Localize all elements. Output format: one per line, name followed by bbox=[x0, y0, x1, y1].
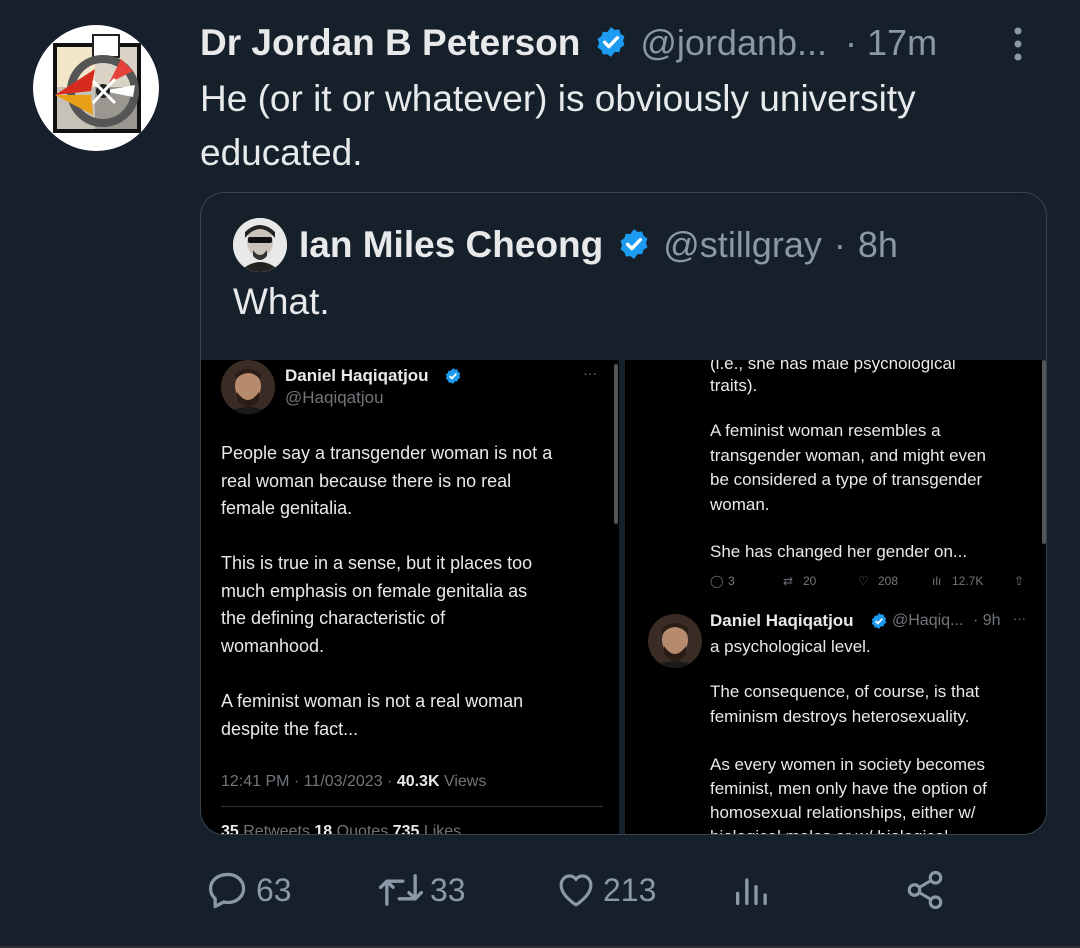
screenshot-retweet-icon: ⇄ bbox=[783, 574, 794, 588]
screenshot-replies-count: 3 bbox=[728, 574, 735, 588]
text-line: feminist, men only have the option of bbox=[710, 779, 987, 798]
author-handle[interactable]: @jordanb... bbox=[640, 22, 827, 64]
screenshot-right-panel: (i.e., she has male psychological traits… bbox=[625, 360, 1046, 834]
quote-author-handle[interactable]: @stillgray bbox=[663, 224, 822, 266]
quote-header: Ian Miles Cheong @stillgray · 8h bbox=[299, 218, 898, 272]
text-line: As every women in society becomes bbox=[710, 755, 985, 774]
reply-count: 63 bbox=[256, 871, 292, 908]
more-icon[interactable] bbox=[1012, 24, 1024, 69]
text-line: This is true in a sense, but it places t… bbox=[221, 553, 533, 573]
quote-media-image[interactable]: Daniel Haqiqatjou ··· @Haqiqatjou People… bbox=[201, 360, 1046, 835]
screenshot-reply-para-2: The consequence, of course, is that femi… bbox=[710, 680, 979, 729]
quote-author-avatar[interactable] bbox=[233, 218, 287, 272]
text-line: feminism destroys heterosexuality. bbox=[710, 706, 970, 726]
screenshot-retweets-label: Retweets bbox=[238, 823, 315, 835]
text-line: She has changed her gender on... bbox=[710, 542, 968, 561]
screenshot-views-icon: ılı bbox=[932, 574, 942, 588]
screenshot-more: ··· bbox=[583, 365, 597, 381]
like-count: 213 bbox=[603, 871, 657, 908]
reply-button[interactable]: 63 bbox=[206, 860, 292, 920]
reply-icon bbox=[208, 872, 246, 909]
screenshot-meta: 12:41 PM · 11/03/2023 · 40.3K Views bbox=[221, 768, 486, 796]
screenshot-retweets-count: 20 bbox=[803, 574, 817, 588]
tweet-actions: 63 33 213 bbox=[200, 860, 1000, 920]
verified-badge-icon bbox=[594, 25, 628, 64]
screenshot-quotes-count: 18 bbox=[314, 823, 333, 835]
screenshot-likes-count: 735 bbox=[392, 823, 420, 835]
text-line: The consequence, of course, is that bbox=[710, 682, 980, 701]
text-line: female genitalia. bbox=[221, 498, 353, 518]
author-avatar-logo bbox=[53, 34, 141, 133]
verified-badge-icon bbox=[445, 368, 461, 384]
screenshot-reply-handle: @Haqiq... bbox=[892, 612, 964, 629]
views-icon bbox=[736, 878, 767, 905]
separator-dot: · bbox=[833, 224, 846, 265]
quoted-tweet[interactable]: Ian Miles Cheong @stillgray · 8h What. D… bbox=[200, 192, 1047, 835]
screenshot-like-icon: ♡ bbox=[858, 574, 869, 588]
screenshot-reply-time: · 9h bbox=[973, 612, 1001, 629]
verified-badge-icon bbox=[871, 613, 887, 629]
text-line: biological males or w/ biological bbox=[710, 825, 987, 834]
tweet-header: Dr Jordan B Peterson @jordanb... · 17m bbox=[200, 18, 1060, 68]
text-line: a psychological level. bbox=[710, 637, 871, 656]
screenshot-views-count: 12.7K bbox=[952, 574, 984, 588]
screenshot-views-count: 40.3K bbox=[396, 773, 440, 790]
tweet-time[interactable]: 17m bbox=[867, 22, 937, 64]
screenshot-views-label: Views bbox=[439, 773, 487, 790]
text-line: despite the fact... bbox=[221, 718, 359, 739]
screenshot-right-para-1: A feminist woman resembles a transgender… bbox=[710, 419, 986, 517]
text-line: the defining characteristic of bbox=[221, 608, 446, 628]
screenshot-para-3: A feminist woman is not a real woman des… bbox=[221, 688, 523, 743]
verified-badge-icon bbox=[617, 227, 651, 266]
share-button[interactable] bbox=[904, 860, 946, 920]
author-name[interactable]: Dr Jordan B Peterson bbox=[200, 22, 580, 64]
screenshot-author-handle: @Haqiqatjou bbox=[285, 388, 384, 407]
screenshot-likes-count: 208 bbox=[878, 574, 899, 588]
text-line: transgender woman, and might even bbox=[710, 445, 986, 465]
screenshot-reply-name: Daniel Haqiqatjou bbox=[710, 611, 854, 630]
screenshot-quotes-label: Quotes bbox=[332, 823, 393, 835]
screenshot-stats: 35 Retweets 18 Quotes 735 Likes bbox=[221, 818, 462, 835]
text-line: much emphasis on female genitalia as bbox=[221, 580, 528, 601]
quote-time[interactable]: 8h bbox=[858, 224, 898, 266]
screenshot-share-icon: ⇧ bbox=[1014, 574, 1025, 588]
text-line: homosexual relationships, either w/ bbox=[710, 803, 976, 822]
text-line: be considered a type of transgender bbox=[710, 470, 983, 489]
screenshot-reply-icon: ◯ bbox=[710, 574, 724, 588]
quote-text: What. bbox=[233, 281, 330, 322]
views-button[interactable] bbox=[731, 860, 771, 920]
retweet-icon bbox=[378, 874, 424, 906]
text-line: A feminist woman is not a real woman bbox=[221, 691, 524, 711]
screenshot-reply-avatar bbox=[648, 614, 702, 668]
screenshot-reply-more: ··· bbox=[1013, 611, 1026, 626]
screenshot-para-2: This is true in a sense, but it places t… bbox=[221, 550, 532, 660]
author-avatar[interactable] bbox=[33, 25, 159, 151]
share-icon bbox=[907, 870, 943, 910]
screenshot-para-1: People say a transgender woman is not a … bbox=[221, 440, 552, 523]
text-line: traits). bbox=[710, 376, 758, 395]
screenshot-reply-para-3: As every women in society becomes femini… bbox=[710, 753, 987, 834]
like-icon bbox=[559, 874, 593, 907]
text-line: People say a transgender woman is not a bbox=[221, 443, 553, 463]
text-line: womanhood. bbox=[221, 635, 325, 656]
tweet-text: He (or it or whatever) is obviously univ… bbox=[200, 78, 916, 173]
quote-author-name[interactable]: Ian Miles Cheong bbox=[299, 224, 603, 266]
screenshot-likes-label: Likes bbox=[419, 823, 462, 835]
text-line: real woman because there is no real bbox=[221, 470, 512, 491]
screenshot-scrollbar bbox=[1042, 360, 1046, 544]
separator-dot: · bbox=[845, 22, 858, 63]
screenshot-scrollbar bbox=[614, 364, 618, 524]
retweet-count: 33 bbox=[430, 871, 466, 908]
screenshot-avatar bbox=[221, 360, 275, 414]
screenshot-retweets-count: 35 bbox=[221, 823, 239, 835]
screenshot-left-panel: Daniel Haqiqatjou ··· @Haqiqatjou People… bbox=[201, 360, 619, 835]
text-line: woman. bbox=[710, 494, 770, 514]
like-button[interactable]: 213 bbox=[555, 860, 656, 920]
retweet-button[interactable]: 33 bbox=[378, 860, 466, 920]
screenshot-meta-time: 12:41 PM · 11/03/2023 · bbox=[221, 773, 397, 790]
divider bbox=[221, 806, 603, 807]
text-line: A feminist woman resembles a bbox=[710, 421, 941, 440]
